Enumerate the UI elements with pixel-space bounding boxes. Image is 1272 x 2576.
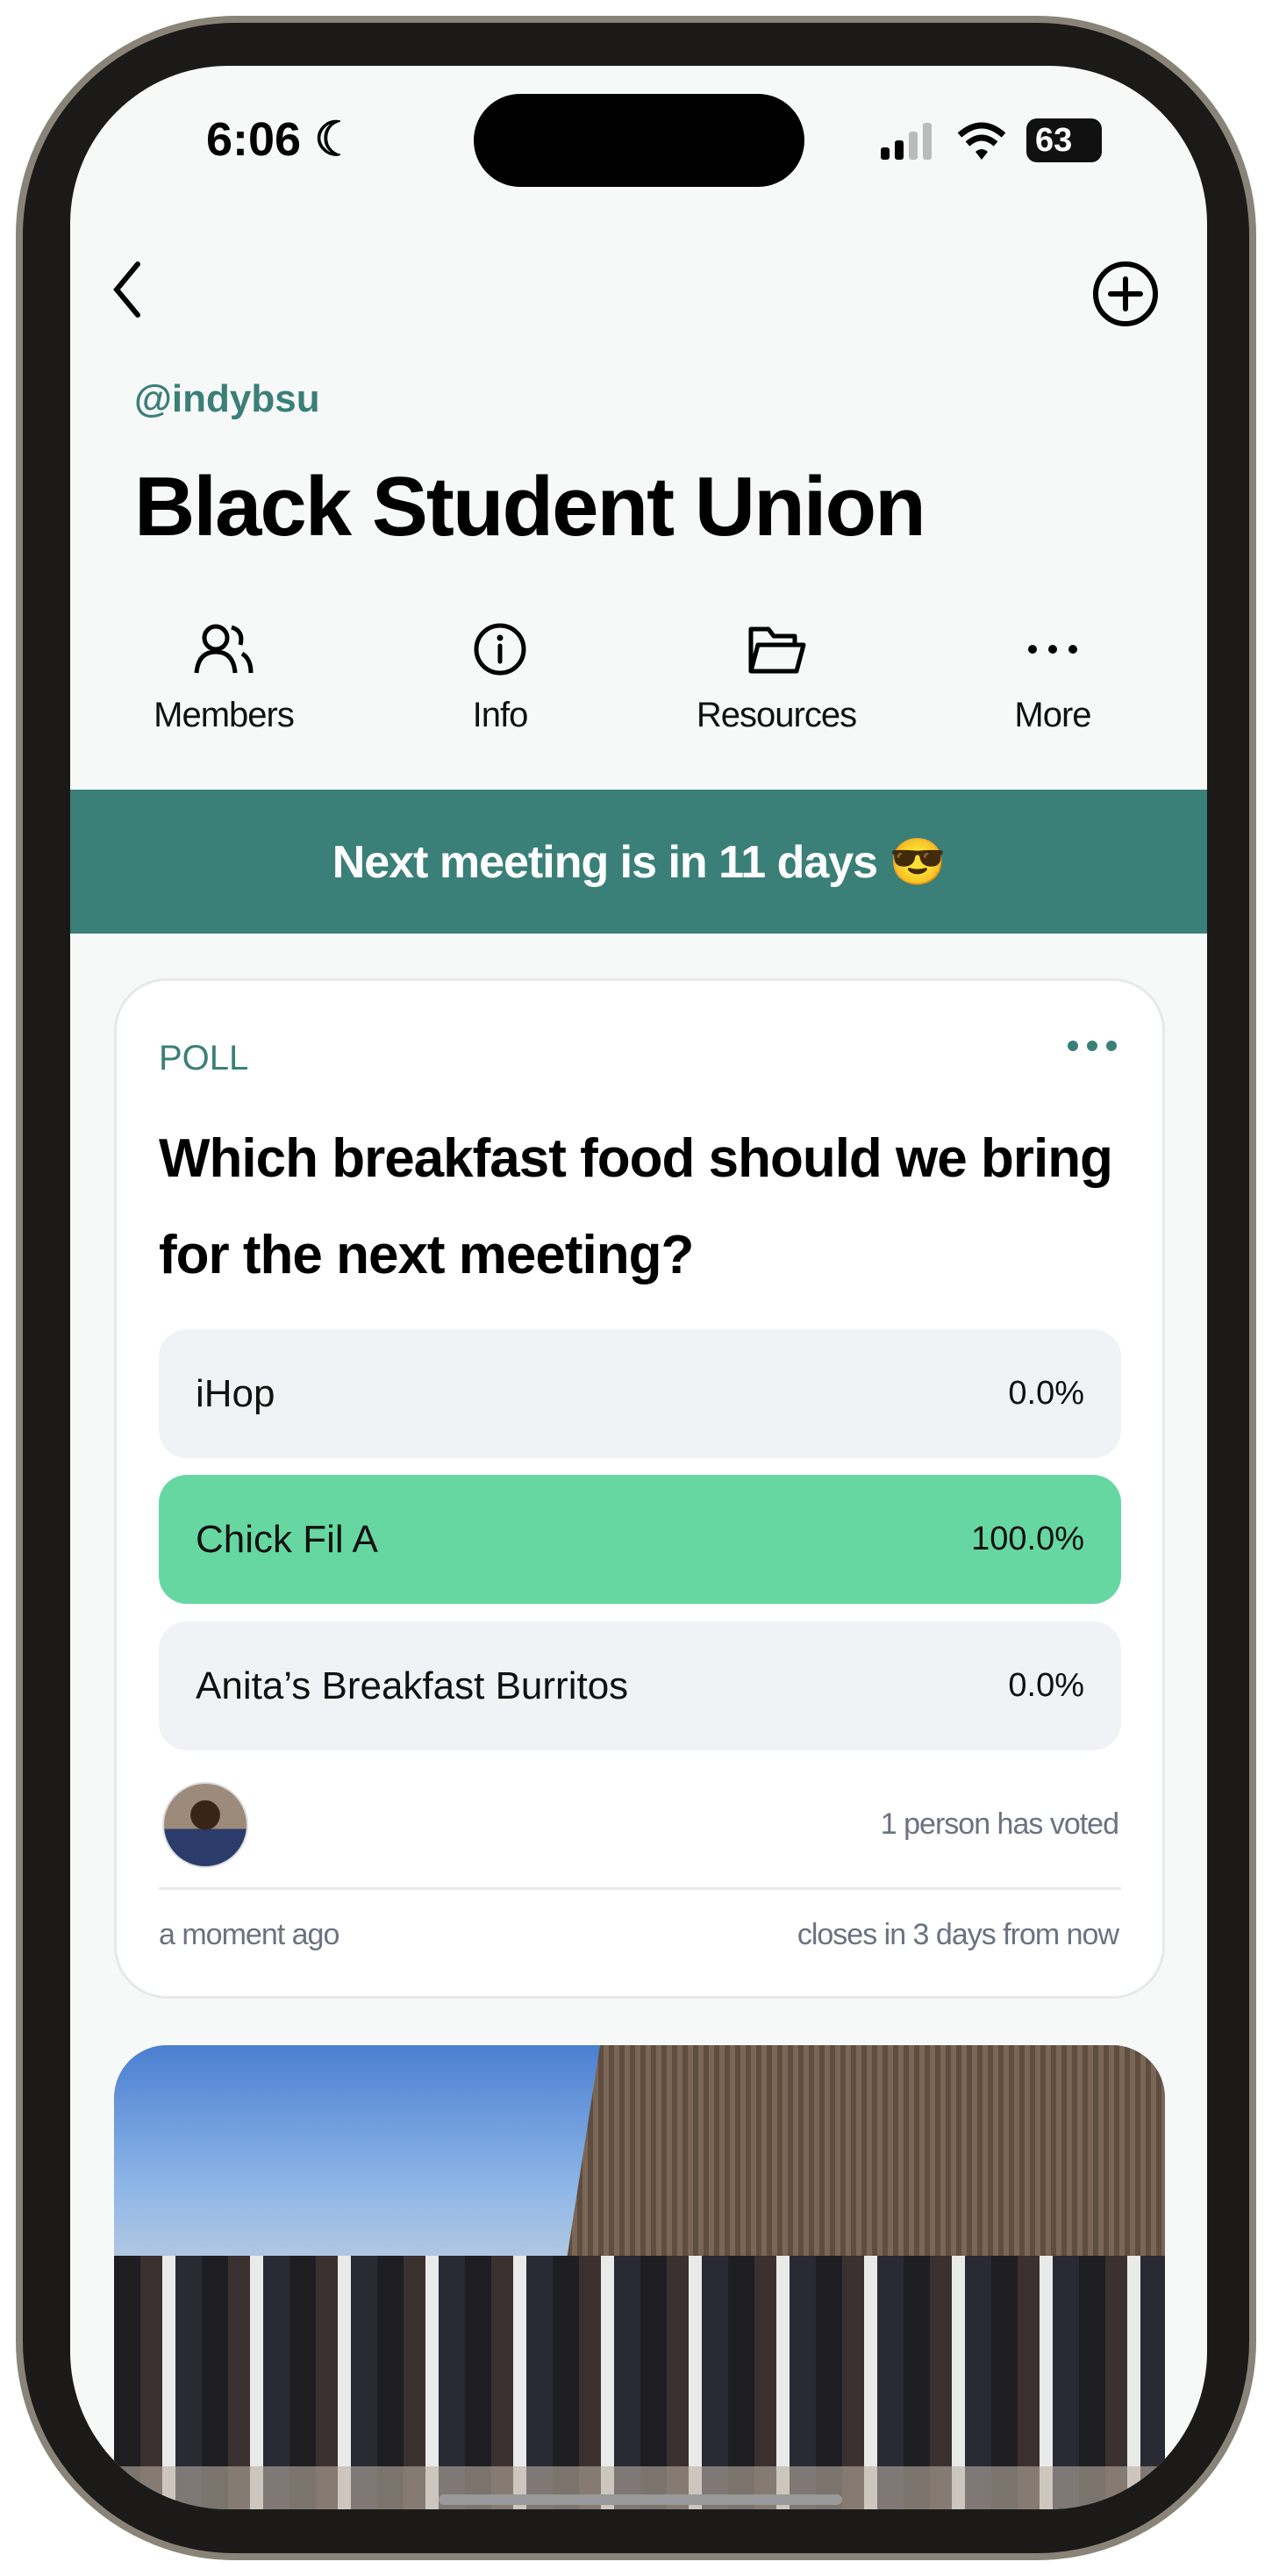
chevron-left-icon (113, 261, 140, 318)
tab-label: Resources (696, 696, 857, 734)
closing-time: closes in 3 days from now (797, 1918, 1119, 1951)
next-meeting-banner: Next meeting is in 11 days 😎 (70, 790, 1207, 934)
tab-label: More (1014, 696, 1091, 734)
group-handle: @indybsu (134, 377, 320, 420)
dynamic-island (474, 94, 804, 187)
status-time: 6:06 ☾ (206, 113, 357, 166)
home-indicator[interactable] (439, 2494, 842, 2505)
more-horizontal-icon (1028, 645, 1077, 654)
poll-option-selected[interactable]: Chick Fil A 100.0% (159, 1475, 1121, 1604)
poll-option[interactable]: iHop 0.0% (159, 1329, 1121, 1458)
tab-members[interactable]: Members (110, 622, 338, 735)
posted-time: a moment ago (159, 1918, 339, 1951)
vote-count: 1 person has voted (880, 1807, 1119, 1841)
group-tabs: Members Info Resources More (70, 622, 1207, 754)
back-button[interactable] (110, 259, 145, 325)
voter-avatar[interactable] (162, 1782, 248, 1868)
poll-label: POLL (159, 1039, 249, 1077)
moon-icon: ☾ (314, 113, 357, 166)
poll-option[interactable]: Anita’s Breakfast Burritos 0.0% (159, 1621, 1121, 1750)
poll-question: Which breakfast food should we bring for… (159, 1128, 1113, 1285)
post-photo[interactable] (114, 2045, 1165, 2509)
tab-label: Members (154, 696, 295, 734)
divider (159, 1887, 1121, 1890)
add-button[interactable] (1091, 260, 1160, 333)
page-title: Black Student Union (134, 460, 926, 554)
tab-info[interactable]: Info (386, 622, 614, 735)
signal-icon (881, 123, 932, 160)
poll-options-button[interactable] (1068, 1041, 1117, 1051)
tab-resources[interactable]: Resources (662, 622, 890, 735)
battery-icon: 63 (1026, 118, 1102, 162)
plus-circle-icon (1093, 261, 1158, 326)
more-dots-icon (1068, 1041, 1078, 1051)
app-screen: 6:06 ☾ 63 @indybsu Black Student Union M… (70, 66, 1207, 2509)
poll-card: POLL Which breakfast food should we brin… (114, 978, 1165, 1999)
tab-label: Info (472, 696, 529, 734)
info-icon (474, 623, 526, 676)
folder-open-icon (748, 626, 806, 674)
tab-more[interactable]: More (939, 622, 1167, 735)
wifi-icon (957, 122, 1006, 160)
status-icons: 63 (881, 118, 1102, 162)
users-icon (194, 624, 254, 674)
